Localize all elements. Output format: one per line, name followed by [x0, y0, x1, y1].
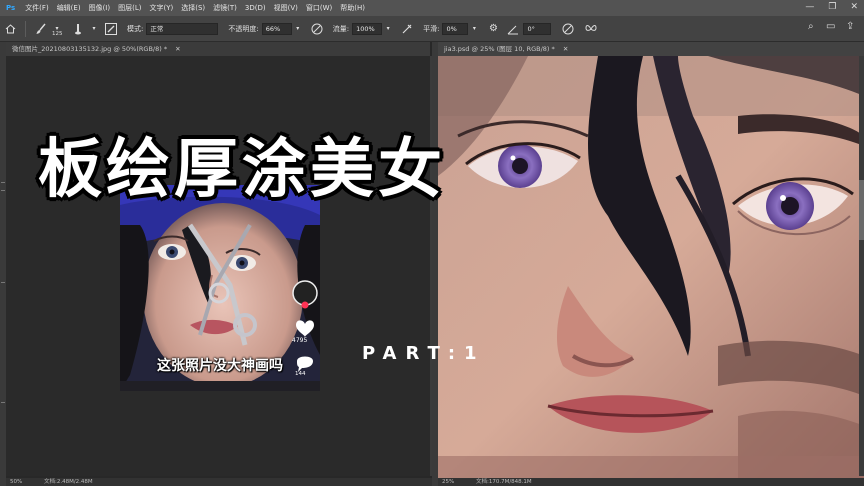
angle-input[interactable]: 0°: [523, 22, 552, 35]
tab-close-icon[interactable]: ✕: [563, 45, 568, 53]
opacity-input[interactable]: 66%: [261, 22, 292, 35]
zoom-level[interactable]: 50%: [10, 479, 22, 485]
chevron-down-icon[interactable]: ▾: [385, 22, 391, 36]
document-tab-label: 微信图片_20210803135132.jpg @ 50%(RGB/8) *: [12, 45, 168, 53]
share-icon[interactable]: ⇪: [846, 21, 854, 32]
tool-tick: [1, 190, 5, 191]
menu-select[interactable]: 选择(S): [177, 3, 209, 13]
menu-file[interactable]: 文件(F): [21, 3, 53, 13]
menu-edit[interactable]: 编辑(E): [53, 3, 85, 13]
menu-type[interactable]: 文字(Y): [145, 3, 177, 13]
brush-size-value: 125: [52, 31, 63, 37]
butterfly-icon[interactable]: [584, 22, 598, 36]
document-tab-reference[interactable]: 微信图片_20210803135132.jpg @ 50%(RGB/8) * ✕: [6, 42, 430, 56]
flow-input[interactable]: 100%: [352, 22, 383, 35]
menu-view[interactable]: 视图(V): [270, 3, 302, 13]
menu-image[interactable]: 图像(I): [85, 3, 115, 13]
mode-select[interactable]: 正常: [146, 22, 219, 35]
brush-tool-icon[interactable]: [34, 22, 48, 36]
menu-filter[interactable]: 滤镜(T): [209, 3, 241, 13]
tool-tick: [1, 182, 5, 183]
tool-tick: [1, 402, 5, 403]
restore-icon[interactable]: ❐: [828, 2, 836, 12]
status-bar-left: 50% 文档:2.48M/2.48M: [6, 478, 432, 486]
flow-label: 流量:: [332, 24, 350, 33]
smoothing-input[interactable]: 0%: [442, 22, 469, 35]
menu-window[interactable]: 窗口(W): [302, 3, 336, 13]
pressure-opacity-icon[interactable]: [310, 22, 324, 36]
like-count: 4795: [292, 337, 308, 344]
menu-layer[interactable]: 图层(L): [114, 3, 145, 13]
angle-icon: [506, 22, 520, 36]
comment-count: 144: [295, 371, 306, 377]
window-controls: — ❐ ✕: [805, 2, 858, 12]
menu-bar: Ps 文件(F) 编辑(E) 图像(I) 图层(L) 文字(Y) 选择(S) 滤…: [0, 0, 864, 16]
options-bar: ▾ ▾ 模式: 正常 不透明度: 66% ▾ 流量: 100% ▾ 平滑: 0%…: [0, 16, 864, 42]
zoom-level[interactable]: 25%: [442, 479, 454, 485]
document-size: 文档:2.48M/2.48M: [43, 479, 93, 485]
video-title: 板绘厚涂美女: [38, 133, 446, 207]
ps-logo-icon[interactable]: Ps: [0, 4, 21, 12]
separator: [25, 20, 26, 37]
chevron-down-icon[interactable]: ▾: [471, 22, 477, 36]
chevron-down-icon[interactable]: ▾: [91, 22, 97, 36]
scrollbar-vertical-right[interactable]: [859, 56, 864, 476]
document-tab-painting[interactable]: jia3.psd @ 25% (图层 10, RGB/8) * ✕: [438, 42, 864, 56]
home-icon[interactable]: [3, 22, 17, 36]
brush-settings-panel-icon[interactable]: [104, 22, 118, 36]
part-label: PART:1: [362, 343, 486, 364]
document-tab-label: jia3.psd @ 25% (图层 10, RGB/8) *: [444, 45, 555, 53]
pressure-size-icon[interactable]: [561, 22, 575, 36]
gear-icon[interactable]: ⚙: [486, 22, 500, 36]
scrollbar-thumb[interactable]: [859, 180, 864, 240]
menu-3d[interactable]: 3D(D): [241, 4, 270, 12]
photo-caption: 这张照片没大神画吗: [157, 358, 283, 374]
document-size: 文档:170.7M/848.1M: [475, 479, 532, 485]
status-bar-right: 25% 文档:170.7M/848.1M: [438, 478, 864, 486]
airbrush-icon[interactable]: [400, 22, 414, 36]
tab-close-icon[interactable]: ✕: [175, 45, 180, 53]
painting-canvas[interactable]: [438, 56, 864, 480]
workspace-icon[interactable]: ▭: [826, 21, 835, 32]
mode-label: 模式:: [127, 24, 144, 33]
search-icon[interactable]: ⌕: [808, 21, 814, 32]
opacity-label: 不透明度:: [228, 24, 259, 33]
smoothing-label: 平滑:: [423, 24, 440, 33]
menu-help[interactable]: 帮助(H): [336, 3, 369, 13]
reference-photo: 这张照片没大神画吗 4795 144: [120, 185, 320, 391]
chevron-down-icon[interactable]: ▾: [295, 22, 301, 36]
brush-preset-icon[interactable]: [71, 22, 85, 36]
minimize-icon[interactable]: —: [805, 2, 814, 12]
close-icon[interactable]: ✕: [850, 2, 858, 12]
tool-tick: [1, 282, 5, 283]
